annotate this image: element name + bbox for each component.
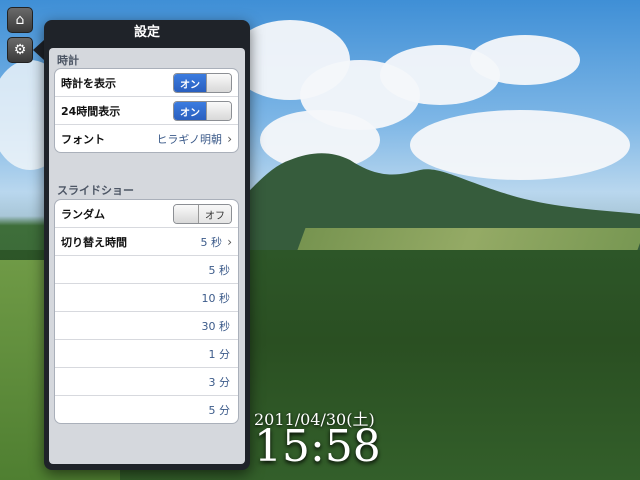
- option-label: 5 秒: [208, 263, 231, 277]
- row-font[interactable]: フォント ヒラギノ明朝 ›: [55, 125, 238, 152]
- toggle-knob: [206, 102, 231, 120]
- gear-icon: ⚙: [13, 42, 27, 58]
- option-label: 3 分: [208, 375, 231, 389]
- clock-settings-group: 時計を表示 オン 24時間表示 オン フォント ヒラギノ明朝 ›: [54, 68, 239, 153]
- random-toggle[interactable]: オフ: [173, 204, 232, 224]
- home-icon: ⌂: [15, 12, 25, 28]
- toggle-knob: [206, 74, 231, 92]
- interval-option[interactable]: 10 秒: [55, 284, 238, 312]
- interval-value: 5 秒: [200, 235, 223, 249]
- popover-title: 設定: [133, 25, 160, 40]
- row-show-clock: 時計を表示 オン: [55, 69, 238, 97]
- section-header-slideshow: スライドショー: [57, 184, 134, 197]
- toggle-state: オン: [174, 74, 206, 92]
- toggle-knob: [174, 205, 199, 223]
- interval-option[interactable]: 5 秒: [55, 256, 238, 284]
- toggle-state: オフ: [199, 205, 231, 223]
- clock-time: 15:58: [254, 421, 381, 472]
- interval-option[interactable]: 1 分: [55, 340, 238, 368]
- row-label: ランダム: [61, 207, 105, 221]
- interval-option[interactable]: 3 分: [55, 368, 238, 396]
- row-label: 切り替え時間: [61, 235, 127, 249]
- row-24hour: 24時間表示 オン: [55, 97, 238, 125]
- popover-arrow: [33, 40, 44, 60]
- show-clock-toggle[interactable]: オン: [173, 73, 232, 93]
- row-interval[interactable]: 切り替え時間 5 秒 ›: [55, 228, 238, 256]
- row-label: フォント: [61, 132, 105, 146]
- option-label: 10 秒: [201, 291, 231, 305]
- popover-body: 時計 時計を表示 オン 24時間表示 オン フォント ヒラギノ明朝 › スライド…: [49, 48, 245, 464]
- section-header-clock: 時計: [57, 54, 79, 67]
- chevron-right-icon: ›: [227, 234, 232, 249]
- interval-option[interactable]: 5 分: [55, 396, 238, 423]
- chevron-right-icon: ›: [227, 131, 232, 146]
- option-label: 1 分: [208, 347, 231, 361]
- hour24-toggle[interactable]: オン: [173, 101, 232, 121]
- settings-popover: 設定 時計 時計を表示 オン 24時間表示 オン フォント ヒラギノ明朝 › ス…: [44, 20, 250, 470]
- toggle-state: オン: [174, 102, 206, 120]
- slideshow-settings-group: ランダム オフ 切り替え時間 5 秒 › 5 秒 10 秒 30 秒 1 分 3…: [54, 199, 239, 424]
- option-label: 30 秒: [201, 319, 231, 333]
- font-value: ヒラギノ明朝: [156, 132, 222, 146]
- option-label: 5 分: [208, 403, 231, 417]
- settings-button[interactable]: ⚙: [7, 37, 33, 63]
- home-button[interactable]: ⌂: [7, 7, 33, 33]
- row-random: ランダム オフ: [55, 200, 238, 228]
- row-label: 時計を表示: [61, 76, 116, 90]
- interval-option[interactable]: 30 秒: [55, 312, 238, 340]
- row-label: 24時間表示: [61, 104, 121, 118]
